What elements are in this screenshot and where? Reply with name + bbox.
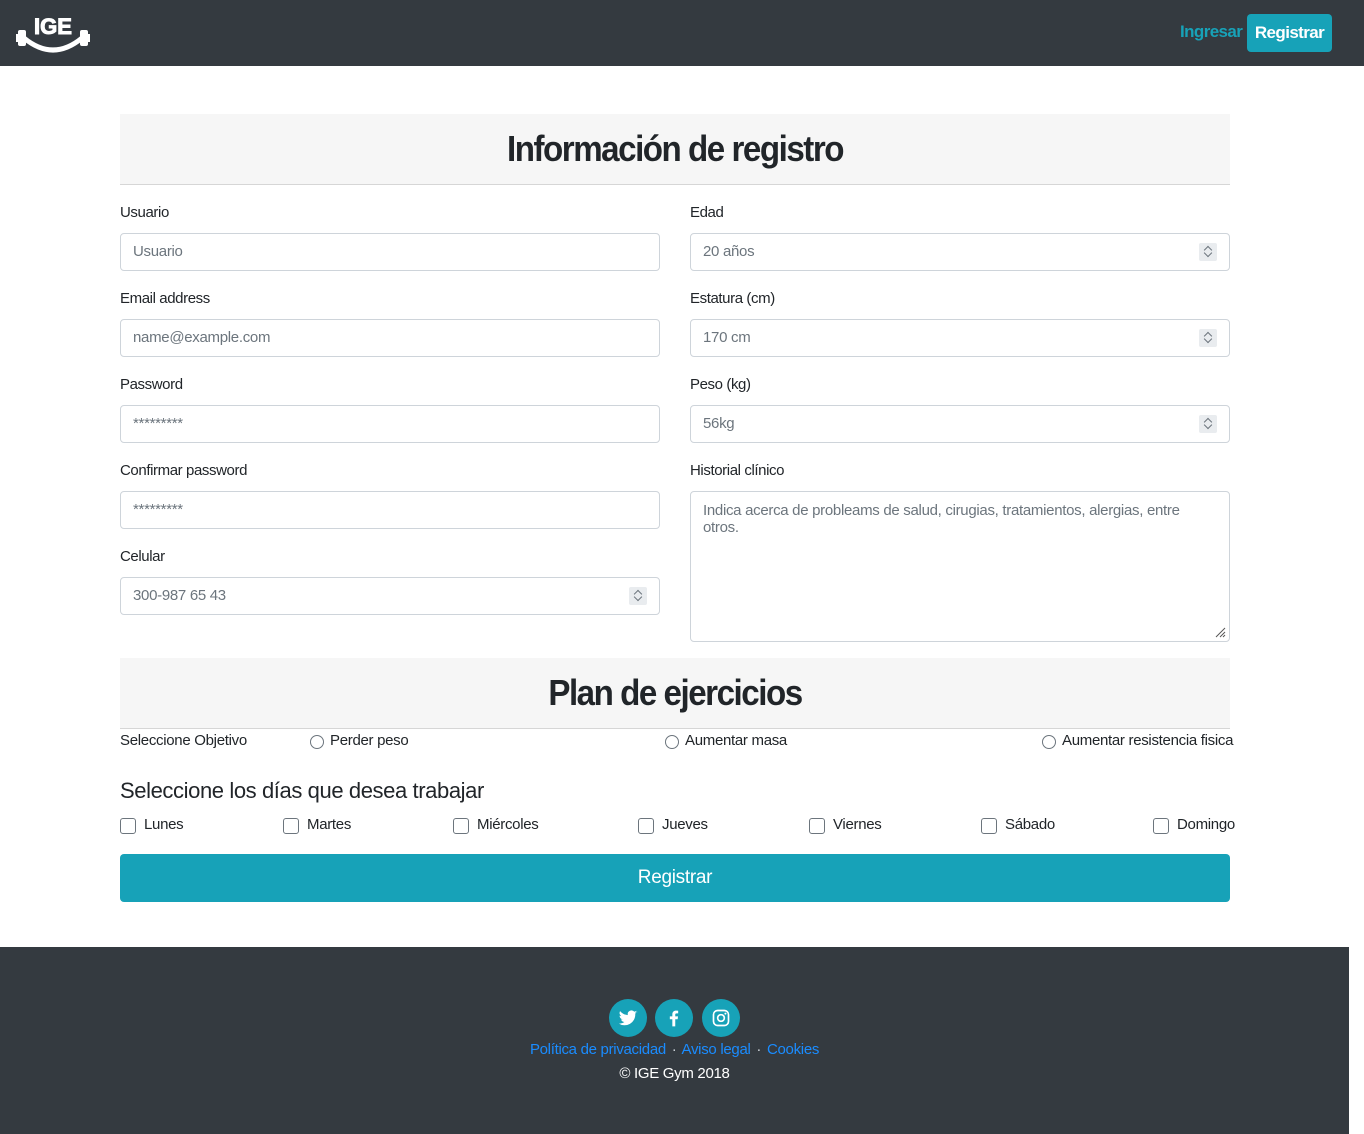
day-label: Domingo — [1177, 816, 1235, 833]
radio-aumentar-resistencia[interactable] — [1042, 735, 1056, 749]
registration-header: Información de registro — [120, 114, 1230, 185]
edad-label: Edad — [690, 204, 724, 221]
objective-option-label: Aumentar resistencia fisica — [1062, 732, 1234, 749]
day-label: Viernes — [833, 816, 882, 833]
email-input[interactable]: name@example.com — [120, 319, 660, 357]
edad-spinner-icon[interactable] — [1199, 243, 1217, 261]
usuario-placeholder: Usuario — [133, 243, 183, 260]
historial-label: Historial clínico — [690, 462, 785, 479]
usuario-label: Usuario — [120, 204, 169, 221]
separator: · — [671, 1041, 677, 1058]
peso-input[interactable]: 56kg — [690, 405, 1230, 443]
checkbox-viernes[interactable] — [809, 818, 825, 834]
submit-register-button[interactable]: Registrar — [120, 854, 1230, 902]
day-label: Lunes — [144, 816, 184, 833]
celular-label: Celular — [120, 548, 165, 565]
nav-register-button[interactable]: Registrar — [1247, 14, 1332, 52]
historial-textarea[interactable]: Indica acerca de probleams de salud, cir… — [690, 491, 1230, 642]
celular-input[interactable]: 300-987 65 43 — [120, 577, 660, 615]
footer: Política de privacidad · Aviso legal · C… — [0, 947, 1349, 1134]
peso-label: Peso (kg) — [690, 376, 751, 393]
objective-option-label: Aumentar masa — [685, 732, 787, 749]
estatura-label: Estatura (cm) — [690, 290, 775, 307]
password-label: Password — [120, 376, 183, 393]
day-label: Sábado — [1005, 816, 1055, 833]
copyright: © IGE Gym 2018 — [619, 1065, 730, 1082]
checkbox-lunes[interactable] — [120, 818, 136, 834]
privacy-policy-link[interactable]: Política de privacidad — [530, 1041, 666, 1058]
radio-aumentar-masa[interactable] — [665, 735, 679, 749]
edad-placeholder: 20 años — [703, 243, 755, 260]
peso-placeholder: 56kg — [703, 415, 735, 432]
radio-perder-peso[interactable] — [310, 735, 324, 749]
day-label: Jueves — [662, 816, 708, 833]
legal-notice-link[interactable]: Aviso legal — [682, 1041, 751, 1058]
plan-title: Plan de ejercicios — [548, 672, 803, 713]
usuario-input[interactable]: Usuario — [120, 233, 660, 271]
edad-input[interactable]: 20 años — [690, 233, 1230, 271]
celular-spinner-icon[interactable] — [629, 587, 647, 605]
estatura-spinner-icon[interactable] — [1199, 329, 1217, 347]
email-placeholder: name@example.com — [133, 329, 271, 346]
resize-grip-icon[interactable] — [1214, 626, 1226, 638]
checkbox-domingo[interactable] — [1153, 818, 1169, 834]
estatura-input[interactable]: 170 cm — [690, 319, 1230, 357]
days-title: Seleccione los días que desea trabajar — [120, 778, 484, 803]
registration-title: Información de registro — [506, 128, 845, 169]
footer-links: Política de privacidad · Aviso legal · C… — [0, 1041, 1349, 1058]
email-label: Email address — [120, 290, 210, 307]
confirm-password-placeholder: ********* — [133, 501, 183, 518]
checkbox-sabado[interactable] — [981, 818, 997, 834]
navbar: IGE Ingresar Registrar — [0, 0, 1364, 66]
objective-option-label: Perder peso — [330, 732, 409, 749]
estatura-placeholder: 170 cm — [703, 329, 751, 346]
checkbox-miercoles[interactable] — [453, 818, 469, 834]
ige-logo[interactable]: IGE — [16, 12, 90, 54]
instagram-icon[interactable] — [702, 999, 740, 1037]
confirm-password-label: Confirmar password — [120, 462, 248, 479]
twitter-icon[interactable] — [609, 999, 647, 1037]
cookies-link[interactable]: Cookies — [767, 1041, 819, 1058]
checkbox-jueves[interactable] — [638, 818, 654, 834]
password-placeholder: ********* — [133, 415, 183, 432]
objective-label: Seleccione Objetivo — [120, 732, 247, 749]
svg-text:IGE: IGE — [34, 14, 72, 39]
day-label: Martes — [307, 816, 352, 833]
facebook-icon[interactable] — [655, 999, 693, 1037]
nav-login-link[interactable]: Ingresar — [1180, 22, 1243, 42]
separator: · — [756, 1041, 762, 1058]
confirm-password-input[interactable]: ********* — [120, 491, 660, 529]
day-label: Miércoles — [477, 816, 539, 833]
plan-header: Plan de ejercicios — [120, 658, 1230, 729]
peso-spinner-icon[interactable] — [1199, 415, 1217, 433]
checkbox-martes[interactable] — [283, 818, 299, 834]
celular-placeholder: 300-987 65 43 — [133, 587, 226, 604]
historial-placeholder: Indica acerca de probleams de salud, cir… — [703, 502, 1180, 536]
password-input[interactable]: ********* — [120, 405, 660, 443]
